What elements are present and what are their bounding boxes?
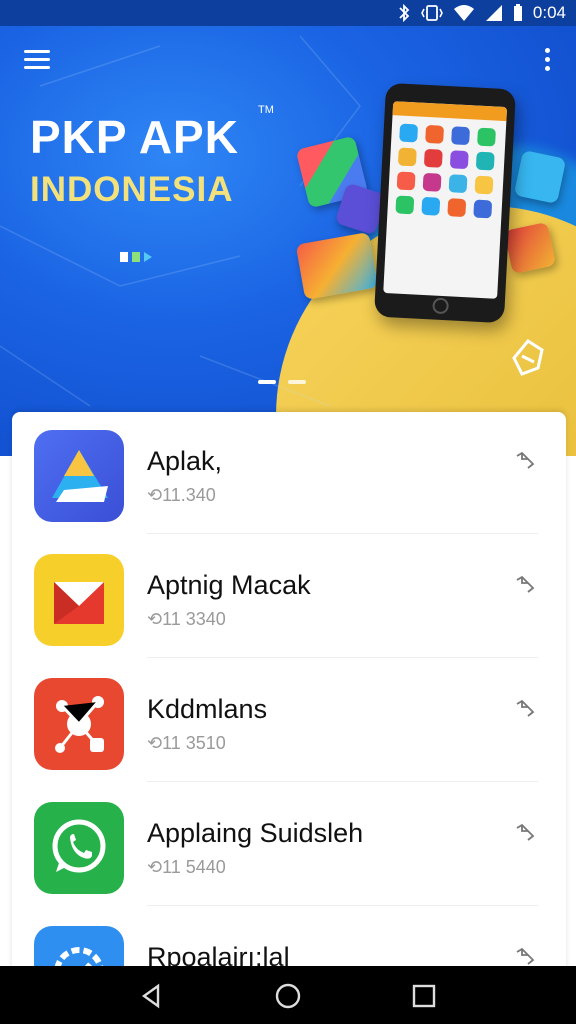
red-envelope-icon [34, 554, 124, 646]
phone-home-button [432, 297, 450, 315]
list-item[interactable]: Applaing Suidsleh ⟲11 5440 [12, 784, 566, 906]
corner-logo-icon [512, 339, 544, 376]
floating-app-tile-icon [503, 221, 557, 275]
row-divider [147, 781, 538, 782]
list-item[interactable]: Aptnig Macak ⟲11 3340 [12, 536, 566, 658]
app-name: Kddmlans [147, 694, 268, 724]
share-arrow-icon[interactable] [514, 574, 536, 596]
app-list: Aplak, ⟲11.340 Aptnig Macak ⟲11 3340 Kdd… [12, 412, 566, 972]
network-nodes-icon [34, 678, 124, 770]
row-divider [147, 657, 538, 658]
share-arrow-icon[interactable] [514, 946, 536, 968]
status-bar: 0:04 [0, 0, 576, 26]
hamburger-menu-icon[interactable] [24, 50, 52, 70]
share-arrow-icon[interactable] [514, 450, 536, 472]
app-meta: ⟲11 3340 [147, 609, 226, 629]
carousel-dot-1[interactable] [258, 380, 276, 384]
signal-icon [485, 5, 502, 21]
share-arrow-icon[interactable] [514, 822, 536, 844]
status-time: 0:04 [532, 3, 566, 22]
recents-square-icon[interactable] [410, 982, 438, 1010]
wifi-icon [453, 5, 474, 21]
status-icons: 0:04 [397, 3, 566, 23]
list-item[interactable]: Aplak, ⟲11.340 [12, 412, 566, 534]
carousel-dot-2[interactable] [288, 380, 306, 384]
phone-screen [383, 101, 508, 299]
app-meta: ⟲11 3510 [147, 733, 226, 753]
app-name: Aplak, [147, 446, 223, 476]
carousel-indicator[interactable] [258, 380, 306, 384]
share-arrow-icon[interactable] [514, 698, 536, 720]
battery-icon [513, 4, 522, 21]
hero-title: PKP APK [30, 111, 239, 163]
back-triangle-icon[interactable] [138, 982, 166, 1010]
floating-app-tile-icon [513, 149, 567, 205]
drive-triangle-icon [34, 430, 124, 522]
phone-mockup [373, 82, 517, 324]
list-item[interactable]: Kddmlans ⟲11 3510 [12, 660, 566, 782]
app-name: Applaing Suidsleh [147, 818, 364, 848]
hero-subtitle: INDONESIA [30, 170, 234, 209]
more-vertical-icon[interactable] [542, 48, 552, 74]
row-divider [147, 533, 538, 534]
bluetooth-icon [399, 4, 410, 22]
list-item[interactable]: Rpoalairı:lal [12, 908, 566, 972]
hero-banner: PKP APK TM INDONESIA [0, 26, 576, 456]
chat-phone-icon [34, 802, 124, 894]
app-meta: ⟲11 5440 [147, 857, 226, 877]
home-circle-icon[interactable] [274, 982, 302, 1010]
vibrate-icon [421, 5, 443, 21]
row-divider [147, 905, 538, 906]
system-nav-bar [0, 966, 576, 1024]
app-meta: ⟲11.340 [147, 485, 216, 505]
app-name: Aptnig Macak [147, 570, 311, 600]
hero-play-indicator-icon [120, 252, 152, 262]
trademark-mark: TM [258, 104, 274, 116]
